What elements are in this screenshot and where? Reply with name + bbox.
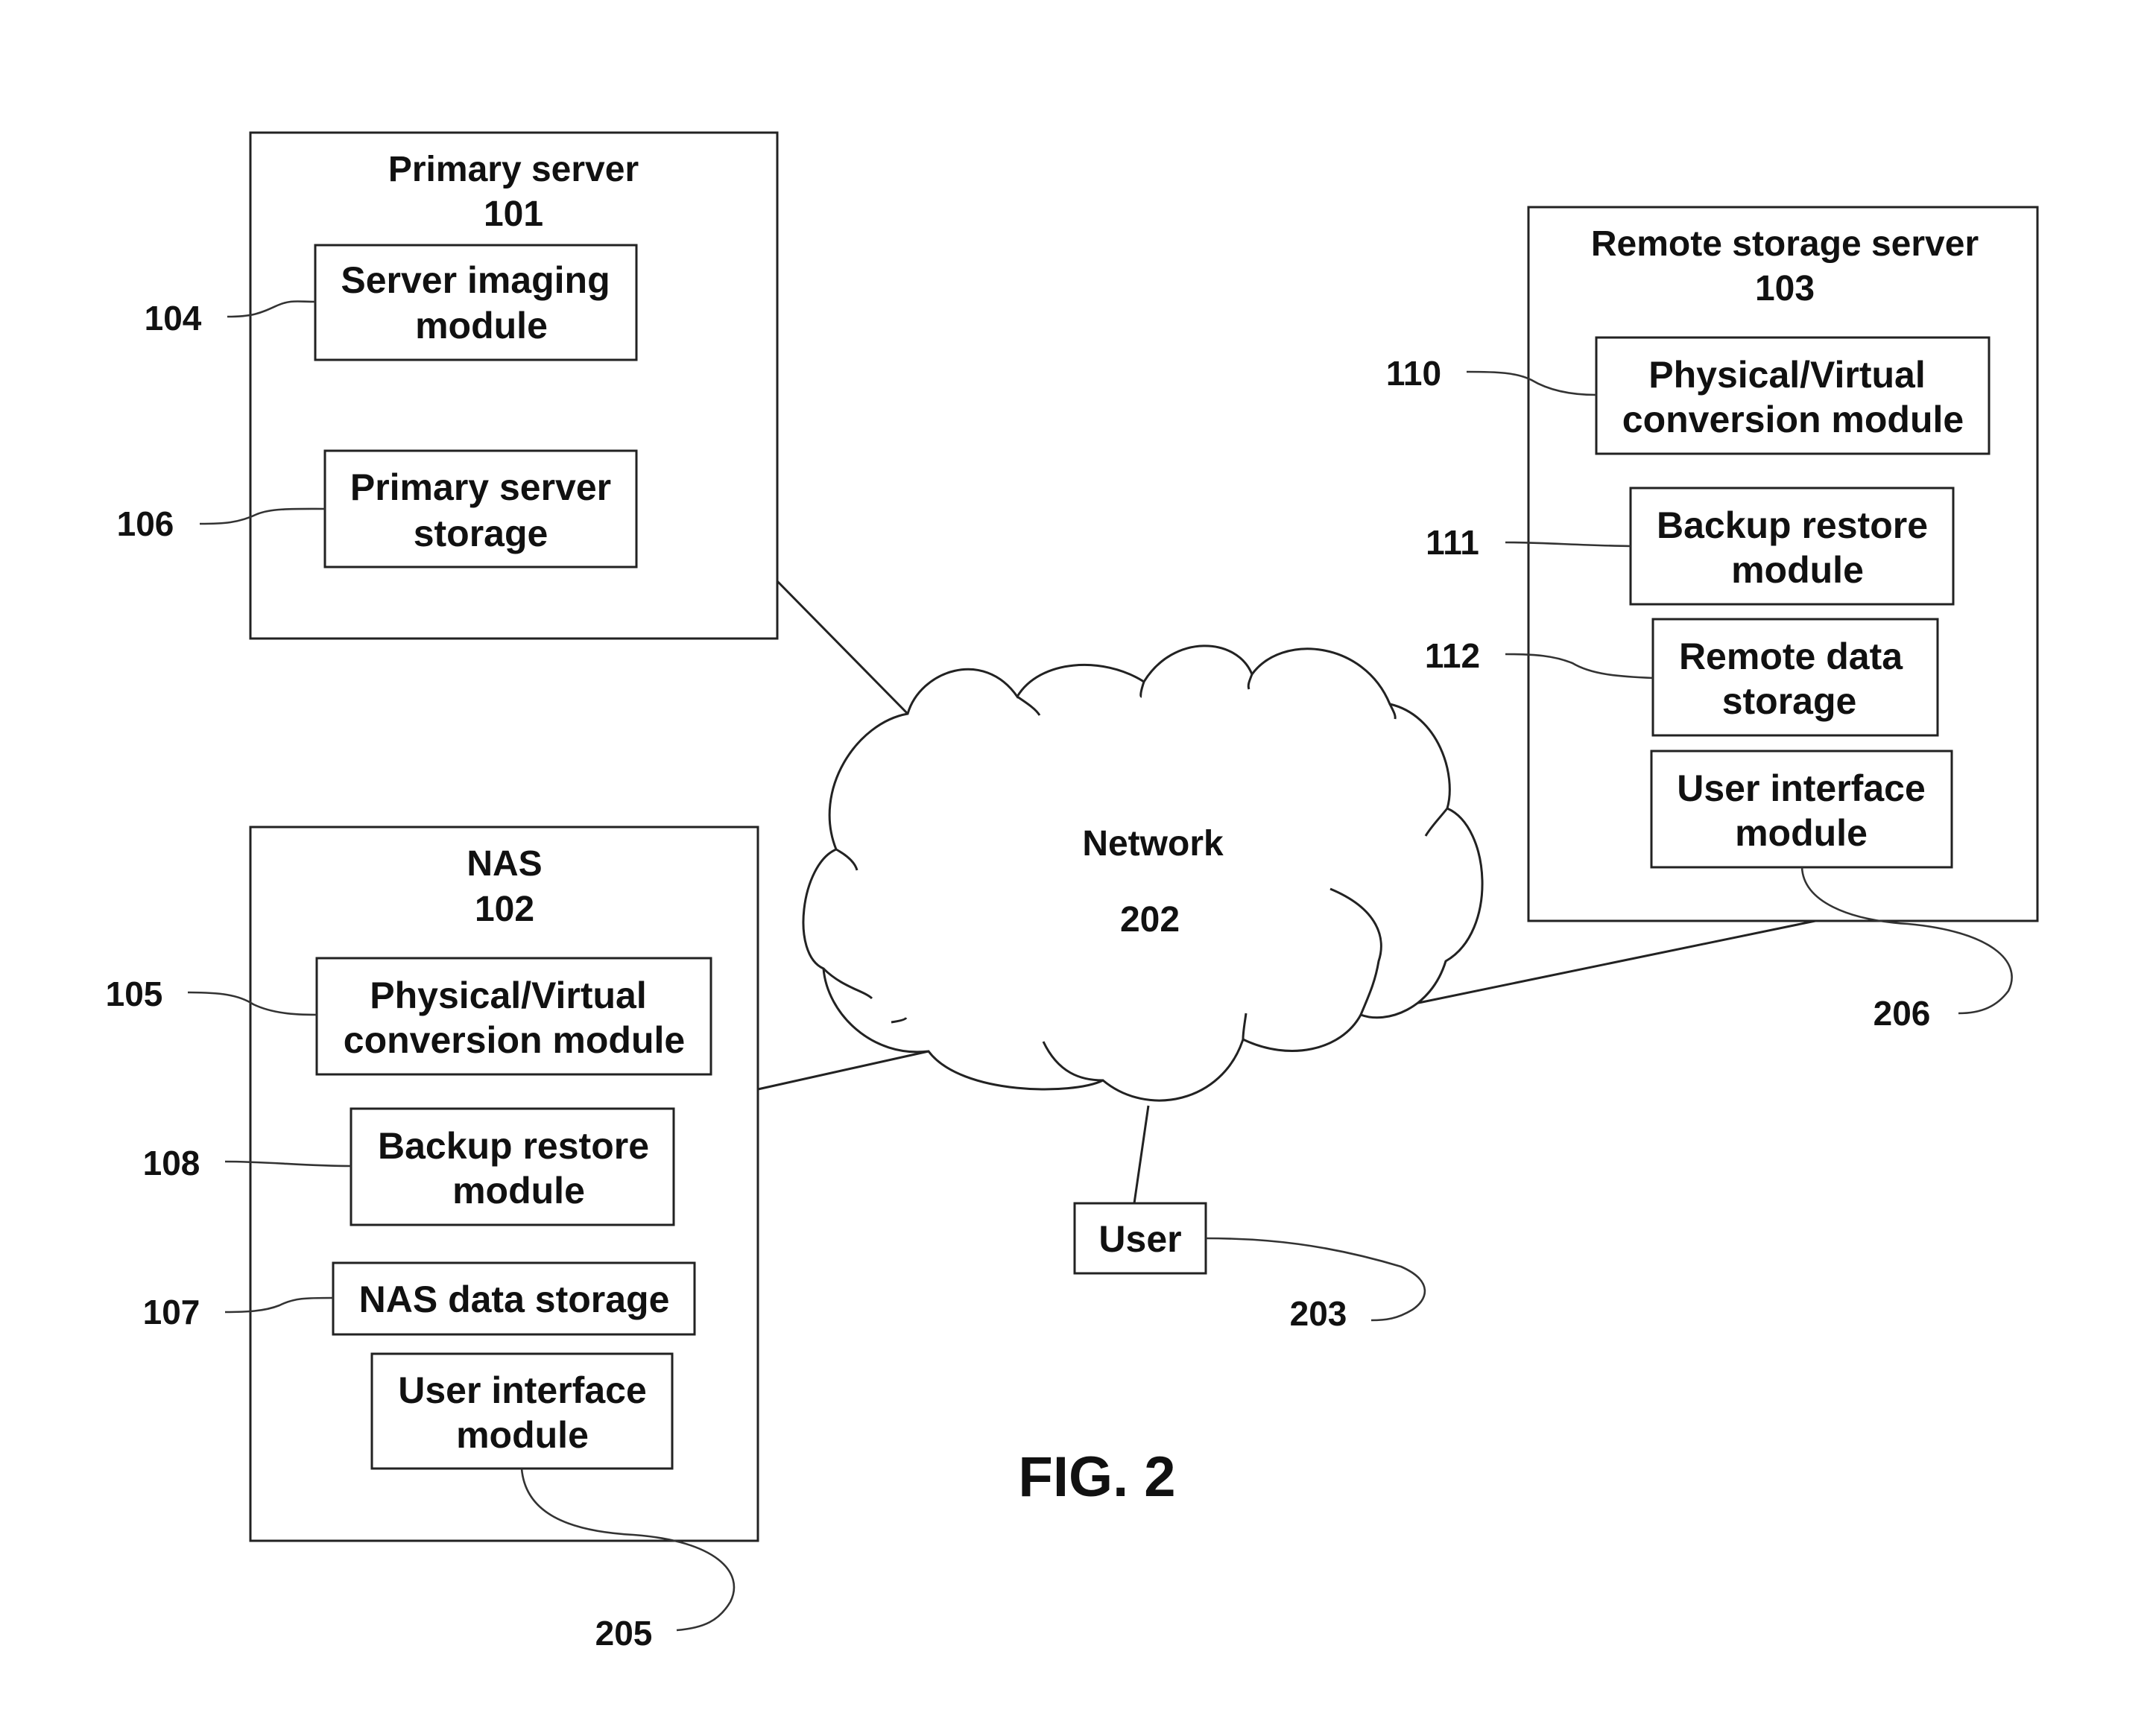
remote-storage-server-ref: 103	[1755, 269, 1815, 308]
user-node: User 203	[1073, 1202, 1426, 1333]
network-title: Network	[1082, 824, 1224, 864]
primary-server-storage-line1: Primary server	[350, 466, 611, 508]
ref-206: 206	[1874, 994, 1931, 1033]
ref-205: 205	[595, 1614, 653, 1653]
ref-111: 111	[1426, 523, 1479, 562]
primary-server-storage-line2: storage	[414, 513, 548, 554]
ref-110: 110	[1386, 354, 1441, 393]
primary-server-ref: 101	[484, 194, 543, 234]
remote-backup-restore-line1: Backup restore	[1657, 504, 1928, 546]
connector-primary-to-network	[776, 580, 909, 715]
nas-pv-conversion-line2: conversion module	[344, 1019, 685, 1061]
ref-203: 203	[1290, 1294, 1347, 1333]
ref-107: 107	[143, 1293, 200, 1331]
user-label: User	[1098, 1218, 1181, 1260]
nas-backup-restore-line1: Backup restore	[378, 1125, 649, 1167]
figure-label: FIG. 2	[1018, 1445, 1175, 1509]
ref-106: 106	[117, 504, 174, 543]
ref-108: 108	[143, 1144, 200, 1182]
nas-backup-restore-line2: module	[452, 1170, 585, 1211]
system-diagram: Primary server 101 Server imaging module…	[106, 131, 2039, 1653]
network-ref: 202	[1120, 900, 1180, 940]
primary-server: Primary server 101 Server imaging module…	[117, 131, 779, 640]
nas: NAS 102 Physical/Virtual conversion modu…	[106, 826, 759, 1653]
remote-pv-conversion-line2: conversion module	[1622, 399, 1964, 440]
ref-105: 105	[106, 975, 163, 1013]
server-imaging-module-line2: module	[415, 305, 548, 346]
remote-pv-conversion-line1: Physical/Virtual	[1648, 354, 1925, 396]
primary-server-title: Primary server	[388, 150, 639, 189]
nas-user-interface-line2: module	[456, 1414, 589, 1456]
nas-title: NAS	[467, 844, 542, 884]
remote-user-interface-line2: module	[1735, 812, 1868, 854]
nas-ref: 102	[475, 890, 534, 929]
remote-storage-server: Remote storage server 103 Physical/Virtu…	[1386, 206, 2039, 1033]
nas-pv-conversion-line1: Physical/Virtual	[370, 975, 646, 1016]
server-imaging-module-line1: Server imaging	[341, 259, 610, 301]
remote-data-storage-line2: storage	[1722, 680, 1857, 722]
network-cloud: Network 202	[802, 644, 1484, 1102]
nas-user-interface-line1: User interface	[398, 1369, 647, 1411]
cloud-outline	[802, 644, 1484, 1102]
connector-user-to-network	[1133, 1105, 1150, 1204]
remote-backup-restore-line2: module	[1731, 549, 1864, 591]
remote-storage-server-title: Remote storage server	[1591, 224, 1979, 264]
connector-nas-to-network	[757, 1050, 929, 1091]
ref-112: 112	[1425, 636, 1480, 675]
remote-user-interface-line1: User interface	[1677, 767, 1926, 809]
nas-data-storage-label: NAS data storage	[359, 1279, 670, 1320]
remote-data-storage-line1: Remote data	[1679, 636, 1903, 677]
ref-104: 104	[145, 299, 202, 338]
